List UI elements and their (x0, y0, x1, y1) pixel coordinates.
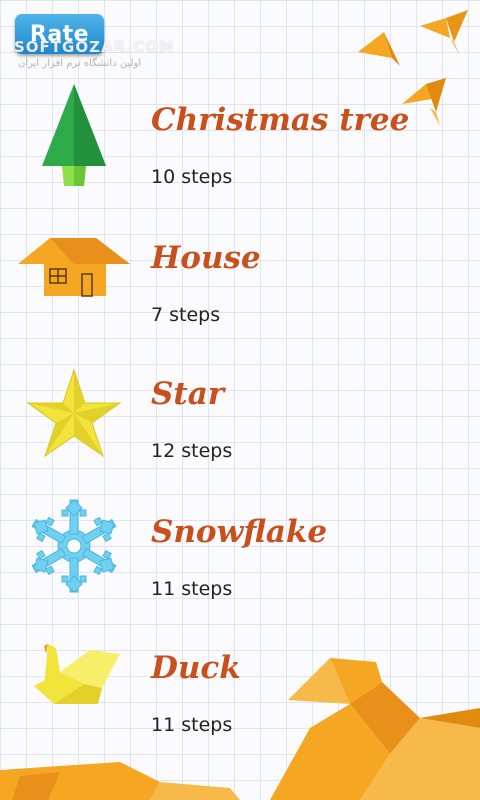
project-steps: 12 steps (151, 440, 233, 462)
project-title: Duck (151, 650, 241, 686)
list-item-snowflake[interactable]: Snowflake 11 steps (0, 496, 480, 626)
project-title: Star (151, 376, 225, 412)
project-steps: 11 steps (151, 714, 233, 736)
project-title: House (151, 240, 261, 276)
origami-paper-decoration (0, 762, 240, 800)
project-steps: 11 steps (151, 578, 233, 600)
house-icon (18, 238, 130, 297)
watermark-text: SOFTGOZAR.COM (14, 38, 175, 56)
list-item-house[interactable]: House 7 steps (0, 222, 480, 352)
project-steps: 10 steps (151, 166, 233, 188)
list-item-christmas-tree[interactable]: Christmas tree 10 steps (0, 84, 480, 214)
project-title: Christmas tree (151, 102, 410, 138)
origami-duck-decoration (270, 658, 480, 800)
project-title: Snowflake (151, 514, 328, 550)
list-item-star[interactable]: Star 12 steps (0, 358, 480, 488)
watermark-subtext: اولین دانشگاه نرم افزار ایران (18, 58, 142, 69)
project-steps: 7 steps (151, 304, 221, 326)
christmas-tree-icon (42, 84, 106, 186)
duck-icon (34, 644, 120, 704)
snowflake-icon (27, 499, 121, 593)
star-icon (26, 368, 122, 458)
